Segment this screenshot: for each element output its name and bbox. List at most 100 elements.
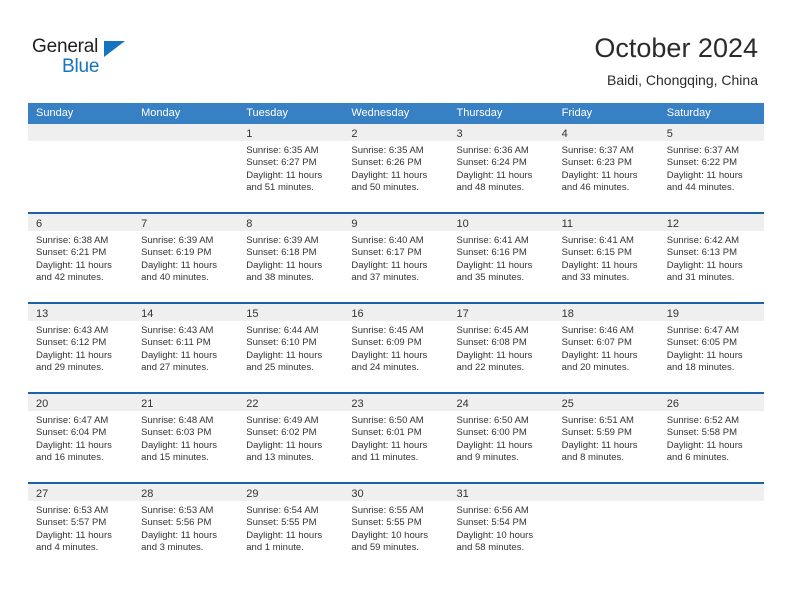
calendar-day-cell[interactable]: 25 Sunrise: 6:51 AM Sunset: 5:59 PM Dayligh… [553,394,659,482]
calendar-day-cell[interactable]: 30 Sunrise: 6:55 AM Sunset: 5:55 PM Dayligh… [343,484,449,572]
daylight-text-line1: Daylight: 11 hours [246,259,323,271]
day-number-band [28,124,134,141]
sunrise-text: Sunrise: 6:41 AM [456,235,529,246]
day-number-band: 18 [553,304,659,321]
sunset-text: Sunset: 6:10 PM [246,337,317,349]
day-number-band: 5 [658,124,764,141]
sunrise-text: Sunrise: 6:35 AM [246,145,319,156]
day-number-band: 2 [343,124,449,141]
daylight-text-line1: Daylight: 11 hours [246,529,323,541]
calendar-day-cell[interactable]: 4 Sunrise: 6:37 AM Sunset: 6:23 PM Daylight… [553,124,659,212]
daylight-text-line2: and 50 minutes. [351,182,419,194]
sunset-text: Sunset: 6:02 PM [246,427,317,439]
sunset-text: Sunset: 6:19 PM [141,247,212,259]
day-number: 28 [141,488,154,500]
sunset-text: Sunset: 6:13 PM [666,247,737,259]
sunset-text: Sunset: 6:08 PM [456,337,527,349]
calendar-day-cell[interactable]: 29 Sunrise: 6:54 AM Sunset: 5:55 PM Dayligh… [238,484,344,572]
calendar-day-cell[interactable]: 6 Sunrise: 6:38 AM Sunset: 6:21 PM Daylight… [28,214,134,302]
daylight-text-line2: and 40 minutes. [141,272,209,284]
daylight-text-line2: and 6 minutes. [666,452,730,464]
day-number-band: 14 [133,304,239,321]
sunrise-text: Sunrise: 6:35 AM [351,145,424,156]
calendar-day-cell[interactable]: 9 Sunrise: 6:40 AM Sunset: 6:17 PM Daylight… [343,214,449,302]
calendar-day-cell[interactable]: 21 Sunrise: 6:48 AM Sunset: 6:03 PM Dayligh… [133,394,239,482]
sunset-text: Sunset: 6:11 PM [141,337,211,349]
calendar-day-cell[interactable]: 19 Sunrise: 6:47 AM Sunset: 6:05 PM Dayligh… [658,304,764,392]
calendar-day-cell[interactable]: 23 Sunrise: 6:50 AM Sunset: 6:01 PM Dayligh… [343,394,449,482]
calendar-day-cell[interactable]: 27 Sunrise: 6:53 AM Sunset: 5:57 PM Dayligh… [28,484,134,572]
day-number-band: 8 [238,214,344,231]
daylight-text-line1: Daylight: 11 hours [666,259,743,271]
day-number-band: 12 [658,214,764,231]
calendar-day-cell[interactable]: 5 Sunrise: 6:37 AM Sunset: 6:22 PM Daylight… [658,124,764,212]
day-details: Sunrise: 6:45 AM Sunset: 6:08 PM Daylight:… [449,321,554,375]
day-number-band: 30 [343,484,449,501]
daylight-text-line2: and 29 minutes. [36,362,104,374]
daylight-text-line2: and 48 minutes. [456,182,525,194]
day-details: Sunrise: 6:37 AM Sunset: 6:23 PM Daylight:… [554,141,659,195]
daylight-text-line1: Daylight: 11 hours [36,349,112,361]
day-number-band: 29 [238,484,344,501]
calendar-day-cell[interactable]: 8 Sunrise: 6:39 AM Sunset: 6:18 PM Daylight… [238,214,344,302]
calendar-day-cell[interactable]: 3 Sunrise: 6:36 AM Sunset: 6:24 PM Daylight… [448,124,554,212]
calendar-day-cell[interactable]: 2 Sunrise: 6:35 AM Sunset: 6:26 PM Daylight… [343,124,449,212]
calendar-day-cell[interactable]: 31 Sunrise: 6:56 AM Sunset: 5:54 PM Dayligh… [448,484,554,572]
week-cells: 1 Sunrise: 6:35 AM Sunset: 6:27 PM Daylight… [28,124,764,212]
sunrise-text: Sunrise: 6:41 AM [561,235,634,246]
sunset-text: Sunset: 5:55 PM [351,517,422,529]
sunset-text: Sunset: 6:18 PM [246,247,317,259]
sunrise-text: Sunrise: 6:46 AM [561,325,634,336]
calendar-day-cell[interactable]: 1 Sunrise: 6:35 AM Sunset: 6:27 PM Daylight… [238,124,344,212]
sunset-text: Sunset: 6:05 PM [666,337,737,349]
calendar-day-cell[interactable]: 15 Sunrise: 6:44 AM Sunset: 6:10 PM Dayligh… [238,304,344,392]
calendar-day-cell[interactable]: 17 Sunrise: 6:45 AM Sunset: 6:08 PM Dayligh… [448,304,554,392]
day-number-band: 25 [553,394,659,411]
daylight-text-line2: and 25 minutes. [246,362,314,374]
calendar-day-cell[interactable]: 13 Sunrise: 6:43 AM Sunset: 6:12 PM Dayligh… [28,304,134,392]
day-number: 10 [456,218,469,230]
sunset-text: Sunset: 6:12 PM [36,337,107,349]
calendar-day-cell[interactable]: 10 Sunrise: 6:41 AM Sunset: 6:16 PM Dayligh… [448,214,554,302]
day-details: Sunrise: 6:53 AM Sunset: 5:57 PM Daylight:… [28,501,133,555]
calendar-day-cell[interactable]: 14 Sunrise: 6:43 AM Sunset: 6:11 PM Dayligh… [133,304,239,392]
daylight-text-line1: Daylight: 11 hours [36,439,112,451]
calendar-day-cell[interactable]: 22 Sunrise: 6:49 AM Sunset: 6:02 PM Dayligh… [238,394,344,482]
daylight-text-line1: Daylight: 11 hours [246,169,323,181]
day-number-band: 21 [133,394,239,411]
day-details: Sunrise: 6:50 AM Sunset: 6:01 PM Daylight:… [343,411,448,465]
day-number: 17 [456,308,469,320]
day-details: Sunrise: 6:36 AM Sunset: 6:24 PM Daylight:… [449,141,554,195]
day-number: 6 [36,218,43,230]
sunrise-text: Sunrise: 6:55 AM [351,505,424,516]
sunrise-text: Sunrise: 6:54 AM [246,505,319,516]
brand-name-top: General [32,36,99,57]
calendar-day-cell[interactable]: 28 Sunrise: 6:53 AM Sunset: 5:56 PM Dayligh… [133,484,239,572]
sunrise-text: Sunrise: 6:37 AM [561,145,634,156]
day-number: 7 [141,218,148,230]
day-number-band: 26 [658,394,764,411]
day-details: Sunrise: 6:44 AM Sunset: 6:10 PM Daylight:… [238,321,343,375]
day-number: 11 [561,218,574,230]
brand-logo[interactable]: General Blue [32,36,152,84]
calendar-day-cell[interactable]: 26 Sunrise: 6:52 AM Sunset: 5:58 PM Dayligh… [658,394,764,482]
calendar-day-cell[interactable]: 11 Sunrise: 6:41 AM Sunset: 6:15 PM Dayligh… [553,214,659,302]
sunset-text: Sunset: 6:26 PM [351,157,422,169]
sunrise-text: Sunrise: 6:50 AM [351,415,424,426]
sunrise-text: Sunrise: 6:56 AM [456,505,529,516]
calendar-day-cell[interactable]: 20 Sunrise: 6:47 AM Sunset: 6:04 PM Dayligh… [28,394,134,482]
daylight-text-line1: Daylight: 11 hours [456,349,533,361]
calendar-day-cell[interactable]: 16 Sunrise: 6:45 AM Sunset: 6:09 PM Dayligh… [343,304,449,392]
daylight-text-line2: and 13 minutes. [246,452,314,464]
calendar-day-cell[interactable]: 24 Sunrise: 6:50 AM Sunset: 6:00 PM Dayligh… [448,394,554,482]
sunrise-text: Sunrise: 6:53 AM [36,505,109,516]
sunset-text: Sunset: 5:54 PM [456,517,527,529]
sunset-text: Sunset: 5:59 PM [561,427,632,439]
dow-monday: Monday [141,107,181,119]
calendar-day-cell[interactable]: 7 Sunrise: 6:39 AM Sunset: 6:19 PM Daylight… [133,214,239,302]
sunrise-text: Sunrise: 6:42 AM [666,235,740,246]
calendar-day-cell[interactable]: 12 Sunrise: 6:42 AM Sunset: 6:13 PM Dayligh… [658,214,764,302]
day-number-band: 22 [238,394,344,411]
day-number: 24 [456,398,469,410]
calendar-day-cell[interactable]: 18 Sunrise: 6:46 AM Sunset: 6:07 PM Dayligh… [553,304,659,392]
